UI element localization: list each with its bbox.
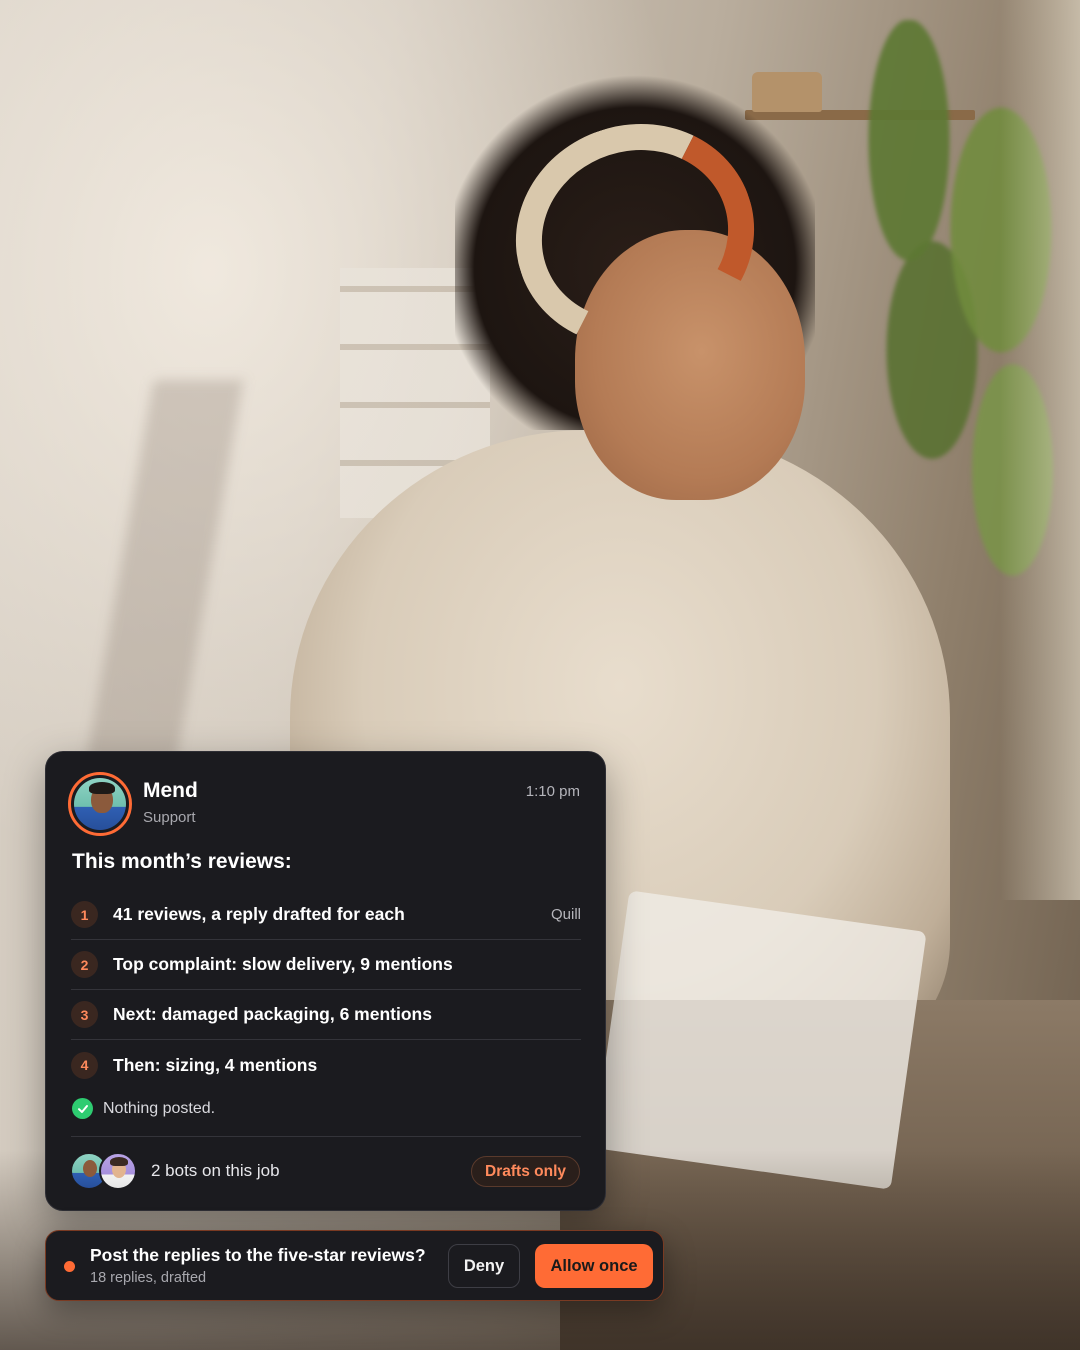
sender-avatar[interactable] xyxy=(68,772,132,836)
item-number: 2 xyxy=(71,951,98,978)
message-time: 1:10 pm xyxy=(525,783,580,800)
bot-avatar xyxy=(99,1152,137,1190)
drafts-only-badge[interactable]: Drafts only xyxy=(471,1156,580,1187)
bots-count-text: 2 bots on this job xyxy=(151,1161,280,1180)
card-title: This month’s reviews: xyxy=(72,850,292,873)
item-text: 41 reviews, a reply drafted for each xyxy=(113,904,405,924)
review-summary-list: 1 41 reviews, a reply drafted for each Q… xyxy=(71,890,581,1090)
list-item: 2 Top complaint: slow delivery, 9 mentio… xyxy=(71,940,581,990)
item-number: 1 xyxy=(71,901,98,928)
message-card: Mend Support 1:10 pm This month’s review… xyxy=(45,751,606,1211)
divider xyxy=(71,1136,581,1137)
check-circle-icon xyxy=(72,1098,93,1119)
sender-name: Mend xyxy=(143,779,198,802)
list-item: 4 Then: sizing, 4 mentions xyxy=(71,1040,581,1090)
dot-indicator-icon xyxy=(64,1261,75,1272)
status-text: Nothing posted. xyxy=(103,1099,216,1117)
approval-question: Post the replies to the five-star review… xyxy=(90,1245,426,1265)
list-item: 1 41 reviews, a reply drafted for each Q… xyxy=(71,890,581,940)
item-text: Top complaint: slow delivery, 9 mentions xyxy=(113,954,453,974)
item-number: 4 xyxy=(71,1051,98,1079)
list-item: 3 Next: damaged packaging, 6 mentions xyxy=(71,990,581,1040)
item-number: 3 xyxy=(71,1001,98,1028)
item-text: Next: damaged packaging, 6 mentions xyxy=(113,1004,432,1024)
window-glow xyxy=(1000,0,1080,900)
approval-subtext: 18 replies, drafted xyxy=(90,1270,207,1286)
item-tag: Quill xyxy=(550,906,581,923)
sender-role: Support xyxy=(143,809,196,826)
status-line: Nothing posted. xyxy=(72,1098,215,1119)
sender-avatar-image xyxy=(74,778,126,830)
approval-bar: Post the replies to the five-star review… xyxy=(45,1230,664,1301)
allow-once-button[interactable]: Allow once xyxy=(535,1244,653,1288)
item-text: Then: sizing, 4 mentions xyxy=(113,1054,318,1075)
bot-avatars[interactable] xyxy=(70,1152,140,1192)
tissue-paper xyxy=(593,890,927,1190)
deny-button[interactable]: Deny xyxy=(448,1244,520,1288)
